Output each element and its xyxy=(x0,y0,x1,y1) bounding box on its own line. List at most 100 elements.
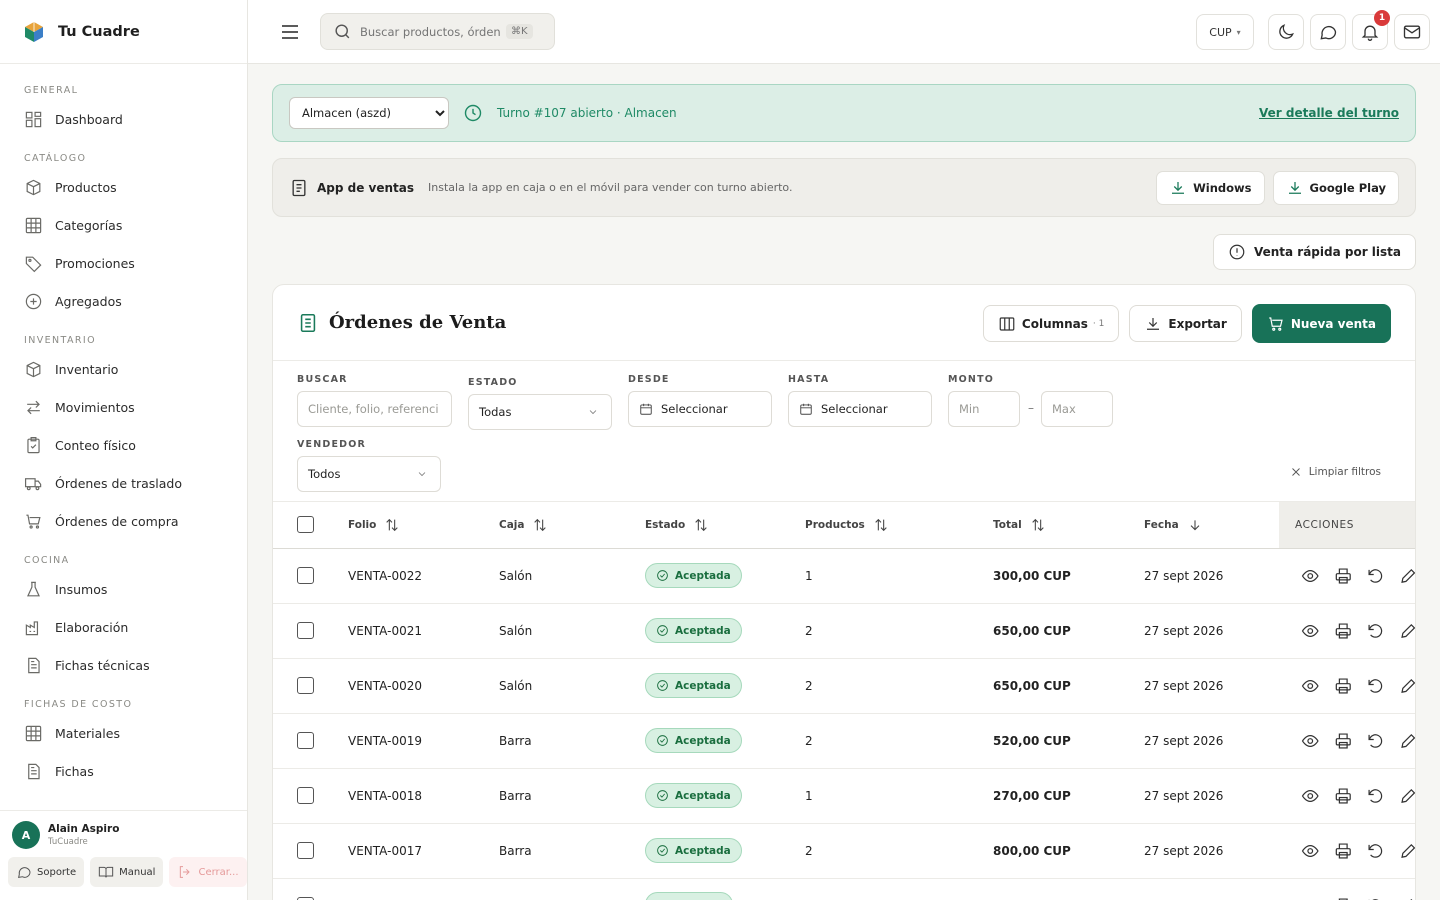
search-input[interactable] xyxy=(360,24,500,39)
filter-search-input[interactable]: Cliente, folio, referencia... xyxy=(297,391,452,427)
table-row[interactable]: VENTA-0021 Salón Aceptada 2 650,00 CUP 27 sep… xyxy=(273,603,1417,658)
sidebar-item-dashboard[interactable]: Dashboard xyxy=(0,100,247,138)
logout-button[interactable]: Cerrar... xyxy=(169,857,247,887)
col-caja[interactable]: Caja xyxy=(499,502,645,548)
filter-status-select[interactable]: Todas xyxy=(468,394,612,430)
col-total[interactable]: Total xyxy=(993,502,1144,548)
manual-button[interactable]: Manual xyxy=(90,857,164,887)
printer-icon[interactable] xyxy=(1334,621,1353,641)
table-row[interactable]: VENTA-0018 Barra Aceptada 1 270,00 CUP 27 sep… xyxy=(273,768,1417,823)
download-windows-button[interactable]: Windows xyxy=(1156,171,1265,205)
sidebar-item-productos[interactable]: Productos xyxy=(0,168,247,206)
brand[interactable]: Tu Cuadre xyxy=(0,0,247,64)
printer-icon[interactable] xyxy=(1334,731,1353,751)
row-checkbox[interactable] xyxy=(297,567,314,584)
row-checkbox[interactable] xyxy=(297,677,314,694)
shift-detail-link[interactable]: Ver detalle del turno xyxy=(1259,106,1399,120)
theme-toggle-button[interactable] xyxy=(1268,14,1304,50)
sidebar-item-fichas[interactable]: Fichas xyxy=(0,752,247,790)
sidebar-item-categorias[interactable]: Categorías xyxy=(0,206,247,244)
sidebar-item-promociones[interactable]: Promociones xyxy=(0,244,247,282)
pencil-icon[interactable] xyxy=(1399,731,1417,751)
row-checkbox[interactable] xyxy=(297,732,314,749)
tag-icon xyxy=(25,256,42,272)
undo-icon[interactable] xyxy=(1366,676,1385,696)
currency-selector[interactable]: CUP ▾ xyxy=(1196,14,1254,50)
col-productos[interactable]: Productos xyxy=(805,502,993,548)
undo-icon[interactable] xyxy=(1366,731,1385,751)
export-button[interactable]: Exportar xyxy=(1129,305,1242,342)
sidebar-item-conteo-fisico[interactable]: Conteo físico xyxy=(0,426,247,464)
eye-icon[interactable] xyxy=(1301,786,1320,806)
eye-icon[interactable] xyxy=(1301,731,1320,751)
table-row[interactable]: VENTA-0017 Barra Aceptada 2 800,00 CUP 27 sep… xyxy=(273,823,1417,878)
pencil-icon[interactable] xyxy=(1399,676,1417,696)
new-sale-button[interactable]: Nueva venta xyxy=(1251,304,1391,343)
filter-from-value: Seleccionar xyxy=(661,402,728,416)
notifications-button[interactable]: 1 xyxy=(1352,10,1390,50)
filter-amount-max[interactable]: Max xyxy=(1041,391,1113,427)
col-folio[interactable]: Folio xyxy=(348,502,499,548)
columns-button[interactable]: Columnas · 1 xyxy=(982,305,1120,342)
cell-folio: VENTA-0022 xyxy=(348,568,422,583)
eye-icon[interactable] xyxy=(1301,566,1320,586)
user-profile[interactable]: A Alain Aspiro TuCuadre xyxy=(0,811,247,849)
printer-icon[interactable] xyxy=(1334,841,1353,861)
table-row[interactable]: VENTA-0022 Salón Aceptada 1 300,00 CUP 27 sep… xyxy=(273,548,1417,603)
undo-icon[interactable] xyxy=(1366,786,1385,806)
sidebar-item-agregados[interactable]: Agregados xyxy=(0,282,247,320)
row-checkbox[interactable] xyxy=(297,622,314,639)
eye-icon[interactable] xyxy=(1301,621,1320,641)
undo-icon[interactable] xyxy=(1366,566,1385,586)
printer-icon[interactable] xyxy=(1334,566,1353,586)
sidebar-item-label: Fichas xyxy=(55,763,94,779)
sidebar-item-ordenes-de-compra[interactable]: Órdenes de compra xyxy=(0,502,247,540)
filter-from-date[interactable]: Seleccionar xyxy=(628,391,772,427)
sidebar-item-materiales[interactable]: Materiales xyxy=(0,714,247,752)
mail-button[interactable] xyxy=(1394,14,1430,50)
printer-icon[interactable] xyxy=(1334,896,1353,900)
download-google-play-button[interactable]: Google Play xyxy=(1272,171,1399,205)
eye-icon[interactable] xyxy=(1301,676,1320,696)
printer-icon[interactable] xyxy=(1334,676,1353,696)
sidebar-item-elaboracion[interactable]: Elaboración xyxy=(0,608,247,646)
eye-icon[interactable] xyxy=(1301,841,1320,861)
pencil-icon[interactable] xyxy=(1399,566,1417,586)
printer-icon[interactable] xyxy=(1334,786,1353,806)
col-fecha[interactable]: Fecha xyxy=(1144,502,1279,548)
cell-acciones xyxy=(1279,658,1417,713)
select-all-checkbox[interactable] xyxy=(297,516,314,534)
sidebar-item-insumos[interactable]: Insumos xyxy=(0,570,247,608)
filter-seller-select[interactable]: Todos xyxy=(297,456,441,492)
eye-icon[interactable] xyxy=(1301,896,1320,900)
sidebar-item-inventario[interactable]: Inventario xyxy=(0,350,247,388)
row-checkbox[interactable] xyxy=(297,842,314,859)
filter-to-date[interactable]: Seleccionar xyxy=(788,391,932,427)
pencil-icon[interactable] xyxy=(1399,841,1417,861)
calendar-icon xyxy=(640,403,652,415)
table-row[interactable] xyxy=(273,878,1417,900)
pencil-icon[interactable] xyxy=(1399,786,1417,806)
sidebar-item-movimientos[interactable]: Movimientos xyxy=(0,388,247,426)
sales-app-banner: App de ventas Instala la app en caja o e… xyxy=(272,158,1416,217)
menu-icon[interactable] xyxy=(278,20,302,44)
filter-amount-min[interactable]: Min xyxy=(948,391,1020,427)
undo-icon[interactable] xyxy=(1366,896,1385,900)
table-row[interactable]: VENTA-0020 Salón Aceptada 2 650,00 CUP 27 sep… xyxy=(273,658,1417,713)
chat-button[interactable] xyxy=(1310,14,1346,50)
pencil-icon[interactable] xyxy=(1399,621,1417,641)
sidebar-item-ordenes-de-traslado[interactable]: Órdenes de traslado xyxy=(0,464,247,502)
clear-filters-button[interactable]: Limpiar filtros xyxy=(1290,466,1381,478)
undo-icon[interactable] xyxy=(1366,841,1385,861)
range-dash: – xyxy=(1028,401,1034,415)
sidebar-item-fichas-tecnicas[interactable]: Fichas técnicas xyxy=(0,646,247,684)
global-search[interactable]: ⌘K xyxy=(320,13,555,50)
row-checkbox[interactable] xyxy=(297,787,314,804)
undo-icon[interactable] xyxy=(1366,621,1385,641)
warehouse-select[interactable]: Almacen (aszd) xyxy=(289,97,449,129)
support-button[interactable]: Soporte xyxy=(8,857,85,887)
pencil-icon[interactable] xyxy=(1399,896,1417,900)
col-estado[interactable]: Estado xyxy=(645,502,805,548)
quick-sale-button[interactable]: Venta rápida por lista xyxy=(1212,234,1416,270)
table-row[interactable]: VENTA-0019 Barra Aceptada 2 520,00 CUP 27 sep… xyxy=(273,713,1417,768)
